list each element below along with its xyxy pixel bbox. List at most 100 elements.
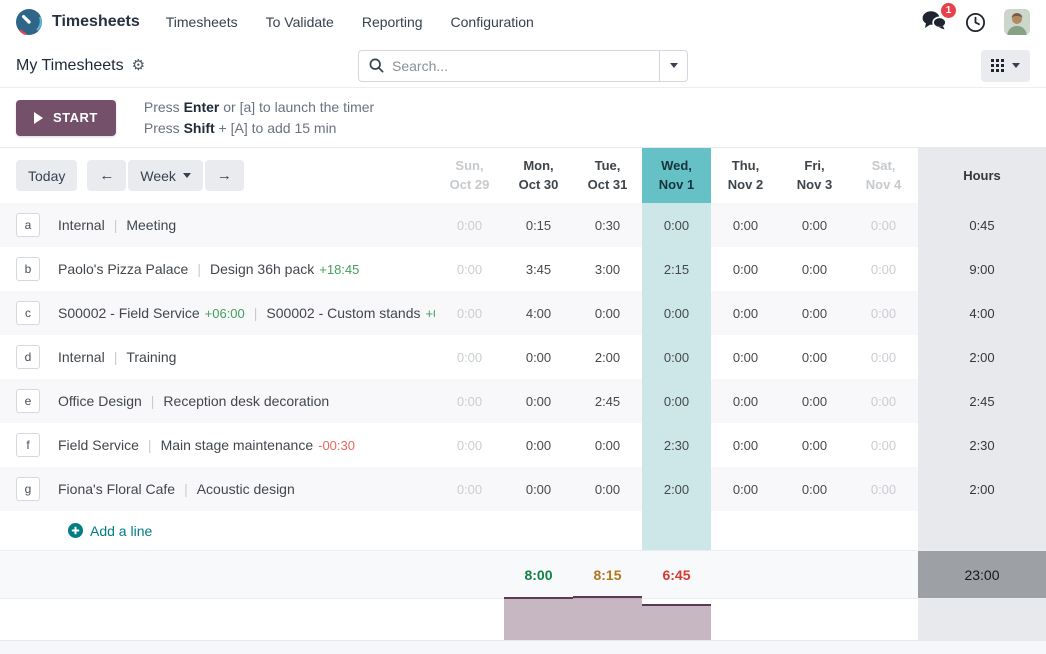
label-separator: | bbox=[151, 393, 155, 409]
project-name: Internal bbox=[58, 349, 105, 365]
row-label: eOffice Design|Reception desk decoration bbox=[0, 379, 435, 423]
week-grand-total: 23:00 bbox=[918, 551, 1046, 598]
grid-cell[interactable]: 0:00 bbox=[435, 467, 504, 511]
today-button[interactable]: Today bbox=[16, 160, 77, 191]
grid-cell[interactable]: 0:00 bbox=[780, 423, 849, 467]
grid-cell[interactable]: 2:15 bbox=[642, 247, 711, 291]
grid-cell[interactable]: 0:00 bbox=[573, 291, 642, 335]
grid-cell[interactable]: 0:00 bbox=[435, 291, 504, 335]
grid-cell[interactable]: 0:00 bbox=[435, 247, 504, 291]
label-separator: | bbox=[184, 481, 188, 497]
row-shortcut-badge[interactable]: b bbox=[16, 257, 40, 281]
row-shortcut-badge[interactable]: c bbox=[16, 301, 40, 325]
grid-cell[interactable]: 0:00 bbox=[849, 379, 918, 423]
row-shortcut-badge[interactable]: e bbox=[16, 389, 40, 413]
app-brand[interactable]: Timesheets bbox=[16, 9, 140, 35]
grid-cell[interactable]: 2:00 bbox=[642, 467, 711, 511]
grid-cell[interactable]: 0:00 bbox=[504, 467, 573, 511]
grid-cell[interactable]: 0:00 bbox=[780, 291, 849, 335]
grid-cell[interactable]: 2:00 bbox=[573, 335, 642, 379]
menu-configuration[interactable]: Configuration bbox=[451, 14, 534, 30]
grid-cell[interactable]: 0:00 bbox=[435, 203, 504, 247]
grid-cell[interactable]: 0:00 bbox=[711, 203, 780, 247]
col-header-date: Nov 2 bbox=[728, 176, 763, 195]
row-shortcut-badge[interactable]: f bbox=[16, 433, 40, 457]
grid-cell[interactable]: 0:00 bbox=[711, 379, 780, 423]
grid-cell[interactable]: 0:00 bbox=[780, 379, 849, 423]
col-header-date: Nov 4 bbox=[866, 176, 901, 195]
grid-cell[interactable]: 0:00 bbox=[849, 423, 918, 467]
task-remaining-delta: +06:00 bbox=[426, 306, 436, 321]
col-header-date: Nov 3 bbox=[797, 176, 832, 195]
grid-cell[interactable]: 0:00 bbox=[573, 423, 642, 467]
grid-cell[interactable]: 2:30 bbox=[642, 423, 711, 467]
project-name: Paolo's Pizza Palace bbox=[58, 261, 188, 277]
grid-cell[interactable]: 0:00 bbox=[504, 379, 573, 423]
grid-cell[interactable]: 0:00 bbox=[849, 203, 918, 247]
grid-cell[interactable]: 0:00 bbox=[711, 423, 780, 467]
view-switcher-button[interactable] bbox=[981, 50, 1030, 82]
grid-cell[interactable]: 0:00 bbox=[780, 467, 849, 511]
grid-cell[interactable]: 0:00 bbox=[504, 423, 573, 467]
hours-column-band bbox=[918, 599, 1046, 640]
grid-cell[interactable]: 0:00 bbox=[642, 379, 711, 423]
today-column-highlight bbox=[642, 511, 711, 550]
grid-cell[interactable]: 0:00 bbox=[642, 335, 711, 379]
grid-cell[interactable]: 0:00 bbox=[711, 291, 780, 335]
grid-cell[interactable]: 4:00 bbox=[504, 291, 573, 335]
next-week-button[interactable]: → bbox=[205, 160, 244, 191]
grid-cell[interactable]: 0:00 bbox=[849, 291, 918, 335]
row-total: 4:00 bbox=[918, 291, 1046, 335]
hours-column-header: Hours bbox=[918, 148, 1046, 203]
row-shortcut-badge[interactable]: a bbox=[16, 213, 40, 237]
day-total: 6:45 bbox=[642, 551, 711, 598]
add-a-line-button[interactable]: Add a line bbox=[68, 523, 152, 539]
grid-cell[interactable]: 0:30 bbox=[573, 203, 642, 247]
timesheet-row-d: dInternal|Training0:000:002:000:000:000:… bbox=[0, 335, 1046, 379]
grid-cell[interactable]: 3:00 bbox=[573, 247, 642, 291]
grid-cell[interactable]: 0:00 bbox=[780, 247, 849, 291]
previous-week-button[interactable]: ← bbox=[87, 160, 126, 191]
user-avatar[interactable] bbox=[1004, 9, 1030, 35]
grid-cell[interactable]: 0:00 bbox=[642, 291, 711, 335]
range-selector-button[interactable]: Week bbox=[128, 160, 203, 191]
grid-cell[interactable]: 0:00 bbox=[849, 335, 918, 379]
grid-cell[interactable]: 0:00 bbox=[435, 379, 504, 423]
settings-gear-icon[interactable]: ⚙ bbox=[132, 58, 145, 73]
grid-cell[interactable]: 0:00 bbox=[849, 247, 918, 291]
grid-cell[interactable]: 0:00 bbox=[642, 203, 711, 247]
grid-cell[interactable]: 0:00 bbox=[435, 423, 504, 467]
grid-cell[interactable]: 0:00 bbox=[435, 335, 504, 379]
activities-clock-icon[interactable] bbox=[965, 12, 986, 33]
menu-to-validate[interactable]: To Validate bbox=[266, 14, 334, 30]
col-header-fri: Fri,Nov 3 bbox=[780, 148, 849, 203]
search-filters-toggle[interactable] bbox=[659, 51, 687, 81]
col-header-date: Oct 29 bbox=[450, 176, 490, 195]
app-name: Timesheets bbox=[52, 13, 140, 31]
col-header-day: Sun, bbox=[455, 157, 483, 176]
start-timer-button[interactable]: START bbox=[16, 100, 116, 136]
timesheet-row-g: gFiona's Floral Cafe|Acoustic design0:00… bbox=[0, 467, 1046, 511]
row-shortcut-badge[interactable]: d bbox=[16, 345, 40, 369]
grid-cell[interactable]: 0:00 bbox=[711, 335, 780, 379]
grid-cell[interactable]: 0:00 bbox=[780, 335, 849, 379]
chevron-down-icon bbox=[670, 63, 678, 68]
col-header-date: Nov 1 bbox=[659, 176, 694, 195]
grid-cell[interactable]: 2:45 bbox=[573, 379, 642, 423]
menu-timesheets[interactable]: Timesheets bbox=[166, 14, 238, 30]
chart-bar bbox=[504, 597, 573, 640]
row-shortcut-badge[interactable]: g bbox=[16, 477, 40, 501]
chart-bar bbox=[642, 604, 711, 640]
messages-icon[interactable]: 1 bbox=[922, 10, 947, 35]
grid-cell[interactable]: 0:00 bbox=[780, 203, 849, 247]
grid-cell[interactable]: 0:00 bbox=[711, 467, 780, 511]
grid-cell[interactable]: 3:45 bbox=[504, 247, 573, 291]
grid-cell[interactable]: 0:00 bbox=[504, 335, 573, 379]
grid-cell[interactable]: 0:00 bbox=[711, 247, 780, 291]
menu-reporting[interactable]: Reporting bbox=[362, 14, 423, 30]
grid-cell[interactable]: 0:00 bbox=[573, 467, 642, 511]
search-icon bbox=[369, 58, 384, 73]
search-input[interactable] bbox=[392, 58, 659, 74]
grid-cell[interactable]: 0:15 bbox=[504, 203, 573, 247]
grid-cell[interactable]: 0:00 bbox=[849, 467, 918, 511]
